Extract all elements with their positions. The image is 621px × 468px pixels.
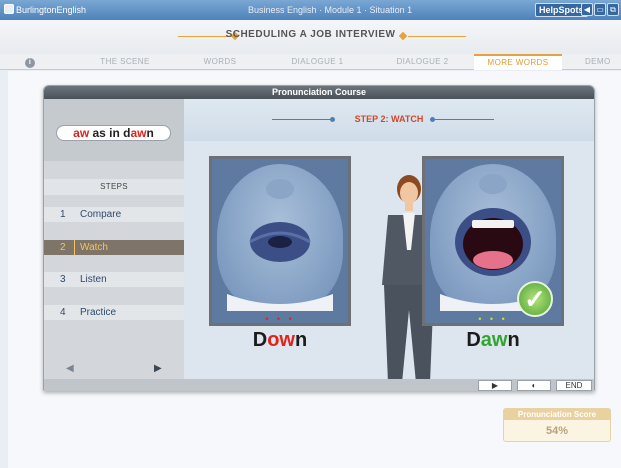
breadcrumb: Business English · Module 1 · Situation … — [248, 5, 413, 15]
face-image — [217, 164, 343, 311]
lesson-content: STEP 2: WATCH • • • Down • • • ✓ Dawn — [184, 99, 594, 383]
end-button[interactable]: END — [556, 380, 592, 391]
banner-line-right — [434, 119, 494, 120]
globe-button[interactable]: ◐ — [517, 380, 551, 391]
sound-letters: aw — [73, 126, 90, 140]
app-name: BurlingtonEnglish — [16, 5, 87, 15]
title-bar: BurlingtonEnglish Business English · Mod… — [0, 0, 621, 20]
info-tab[interactable]: i — [22, 54, 38, 70]
step-practice[interactable]: 4 Practice — [44, 305, 184, 320]
tab-bar: i THE SCENE WORDS DIALOGUE 1 DIALOGUE 2 … — [0, 54, 621, 70]
check-icon: ✓ — [517, 281, 553, 317]
tab-dialogue-2[interactable]: DIALOGUE 2 — [375, 54, 470, 70]
step-banner: STEP 2: WATCH — [184, 99, 594, 141]
info-icon: i — [25, 58, 35, 68]
step-label: Watch — [74, 240, 108, 255]
score-label: Pronunciation Score — [504, 409, 610, 420]
lesson-header: SCHEDULING A JOB INTERVIEW — [0, 20, 621, 54]
sound-example-text: as in d — [89, 126, 131, 140]
word-down-end: n — [295, 329, 308, 351]
step-label: Listen — [80, 274, 107, 285]
steps-panel: aw as in dawn STEPS 1 Compare 2 Watch 3 Lis… — [44, 99, 184, 379]
tab-dialogue-1[interactable]: DIALOGUE 1 — [265, 54, 370, 70]
step-watch[interactable]: 2 Watch — [44, 240, 184, 255]
word-down-start: D — [252, 329, 268, 351]
pronunciation-course-window: Pronunciation Course aw as in dawn STEPS… — [43, 85, 595, 391]
step-nav: ◀ ▶ — [44, 361, 184, 379]
step-number: 4 — [60, 307, 66, 318]
sound-box: aw as in dawn — [44, 99, 184, 161]
mouth-video-down[interactable]: • • • — [209, 156, 351, 326]
minimize-icon[interactable]: ▭ — [594, 3, 606, 16]
word-dawn-start: D — [466, 329, 481, 351]
word-down: Down — [209, 329, 351, 352]
tab-words[interactable]: WORDS — [180, 54, 260, 70]
step-number: 2 — [60, 242, 66, 253]
lesson-title: SCHEDULING A JOB INTERVIEW — [225, 29, 396, 40]
play-button[interactable]: ▶ — [478, 380, 512, 391]
header-line-right — [408, 36, 466, 37]
step-number: 3 — [60, 274, 66, 285]
steps-heading: STEPS — [44, 179, 184, 195]
step-number: 1 — [60, 209, 66, 220]
score-value: 54% — [545, 425, 569, 437]
step-compare[interactable]: 1 Compare — [44, 207, 184, 222]
step-title: STEP 2: WATCH — [354, 114, 424, 124]
tab-more-words[interactable]: MORE WORDS — [474, 54, 562, 70]
course-title: Pronunciation Course — [44, 86, 594, 99]
target-sound: aw as in dawn — [56, 125, 171, 141]
helpspots-button[interactable]: HelpSpots — [535, 3, 588, 17]
prev-arrow-icon[interactable]: ◀ — [66, 363, 74, 374]
tab-the-scene[interactable]: THE SCENE — [80, 54, 170, 70]
word-dawn-end: n — [507, 329, 520, 351]
sound-example-end: n — [146, 126, 154, 140]
rounded-lips-illustration — [227, 179, 333, 311]
word-down-sound: ow — [267, 329, 295, 351]
dots-left: • • • — [265, 314, 295, 324]
word-dawn: Dawn — [422, 329, 564, 352]
next-arrow-icon[interactable]: ▶ — [154, 363, 162, 374]
sound-example-letters: aw — [130, 126, 147, 140]
step-listen[interactable]: 3 Listen — [44, 272, 184, 287]
step-label: Compare — [80, 209, 122, 220]
pronunciation-score: Pronunciation Score 54% — [503, 408, 611, 442]
step-label: Practice — [80, 307, 117, 318]
word-dawn-sound: aw — [480, 329, 508, 351]
maximize-icon[interactable]: ⧉ — [607, 3, 619, 16]
back-icon[interactable]: ◀ — [581, 3, 593, 16]
tab-demo[interactable]: DEMO — [585, 54, 621, 70]
app-icon — [4, 4, 14, 14]
